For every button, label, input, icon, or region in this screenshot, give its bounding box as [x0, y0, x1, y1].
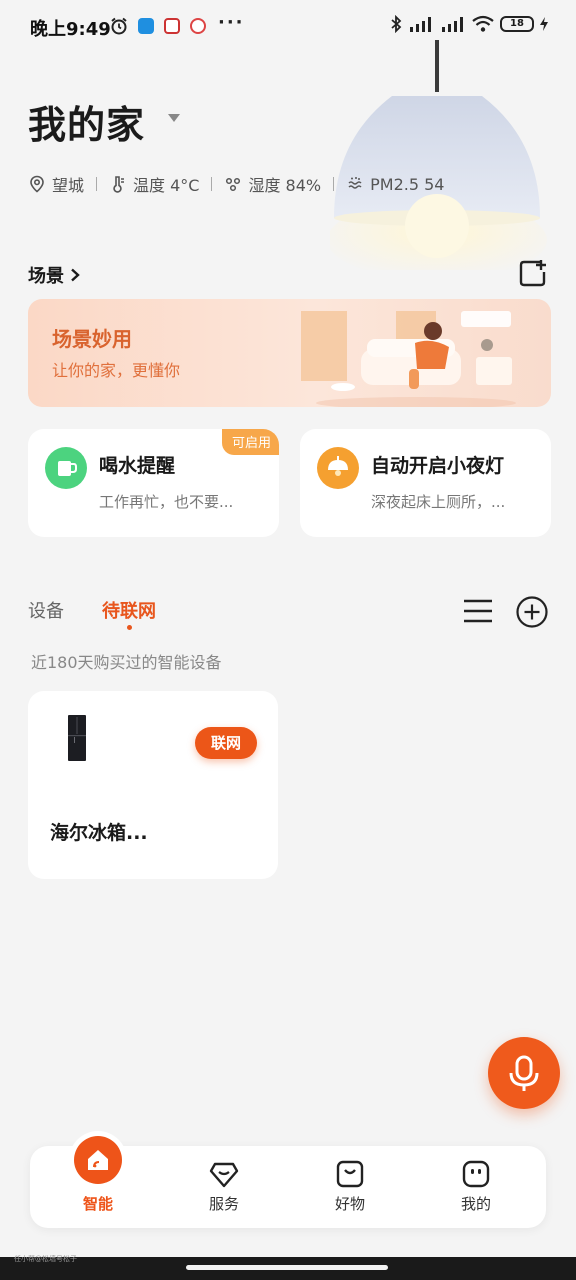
smart-home-icon	[74, 1136, 122, 1184]
temperature-text: 温度 4°C	[133, 176, 200, 195]
temperature: 温度 4°C	[109, 172, 199, 196]
chevron-right-icon	[71, 268, 80, 282]
nav-smart[interactable]: 智能	[48, 1136, 148, 1228]
device-card[interactable]: 联网 海尔冰箱...	[28, 691, 278, 879]
add-scene-icon[interactable]	[518, 258, 548, 288]
tab-devices[interactable]: 设备	[28, 597, 64, 623]
nav-label: 我的	[460, 1195, 491, 1213]
alarm-clock-icon	[111, 17, 127, 35]
nav-mine[interactable]: 我的	[426, 1146, 526, 1228]
app-notification-icon	[190, 18, 206, 34]
home-switch-caret-icon[interactable]	[168, 114, 180, 122]
humidity: 湿度 84%	[224, 172, 321, 196]
banner-subtitle: 让你的家，更懂你	[52, 361, 181, 380]
location-pin-icon	[30, 175, 44, 193]
environment-info: 望城 温度 4°C 湿度 84% PM2.5 54	[28, 172, 444, 196]
air-quality-icon	[348, 177, 362, 189]
nav-service[interactable]: 服务	[174, 1146, 274, 1228]
divider	[211, 177, 213, 191]
location: 望城	[28, 172, 84, 196]
charging-icon	[540, 17, 548, 31]
lamp-illustration	[330, 40, 547, 270]
air-quality: PM2.5 54	[346, 175, 444, 194]
diamond-icon	[209, 1162, 239, 1188]
status-time: 晚上9:49	[30, 19, 111, 40]
nav-label: 服务	[208, 1195, 239, 1213]
tab-pending-network[interactable]: 待联网	[102, 597, 156, 623]
automation-card-water-reminder[interactable]: 喝水提醒 工作再忙，也不要... 可启用	[28, 429, 279, 537]
shopping-bag-icon	[336, 1160, 364, 1188]
nav-goods[interactable]: 好物	[300, 1146, 400, 1228]
wifi-icon	[472, 15, 494, 32]
divider	[333, 177, 335, 191]
thermometer-icon	[113, 176, 125, 193]
automation-desc: 工作再忙，也不要...	[99, 493, 234, 511]
bluetooth-icon	[391, 15, 402, 33]
scene-section-link[interactable]: 场景	[28, 262, 80, 288]
active-tab-indicator	[127, 625, 132, 630]
location-text: 望城	[52, 176, 85, 195]
divider	[96, 177, 98, 191]
signal-icon	[442, 17, 463, 32]
night-lamp-icon	[317, 447, 359, 489]
device-name: 海尔冰箱...	[50, 822, 148, 844]
home-indicator[interactable]	[186, 1265, 388, 1270]
cup-icon	[45, 447, 87, 489]
enable-tag[interactable]: 可启用	[221, 429, 279, 455]
humidity-text: 湿度 84%	[248, 176, 322, 195]
profile-face-icon	[462, 1160, 490, 1188]
signal-icon	[410, 17, 431, 32]
connect-network-button[interactable]: 联网	[195, 727, 257, 759]
recent-devices-label: 近180天购买过的智能设备	[31, 653, 222, 672]
bottom-navigation: 智能 服务 好物 我的	[30, 1136, 546, 1228]
home-title[interactable]: 我的家	[28, 94, 145, 149]
microphone-icon	[509, 1055, 539, 1091]
list-view-icon[interactable]	[463, 598, 493, 624]
scene-banner[interactable]: 场景妙用 让你的家，更懂你	[28, 299, 551, 407]
more-notifications-icon: ···	[218, 12, 245, 33]
automation-desc: 深夜起床上厕所，...	[371, 493, 506, 511]
voice-assistant-button[interactable]	[488, 1037, 560, 1109]
app-notification-icon	[138, 18, 154, 34]
app-notification-icon	[164, 18, 180, 34]
living-room-illustration	[301, 311, 516, 407]
automation-title: 自动开启小夜灯	[371, 455, 505, 477]
nav-label: 智能	[82, 1195, 113, 1213]
automation-card-night-light[interactable]: 自动开启小夜灯 深夜起床上厕所，...	[300, 429, 551, 537]
battery-icon: 18	[500, 16, 534, 32]
fridge-image	[68, 715, 86, 761]
pm25-text: PM2.5 54	[370, 174, 445, 194]
scene-label: 场景	[28, 266, 64, 287]
nav-label: 好物	[334, 1195, 365, 1213]
humidity-drops-icon	[226, 177, 241, 192]
add-device-icon[interactable]	[516, 596, 548, 628]
banner-title: 场景妙用	[52, 327, 132, 351]
status-icons: 18	[390, 15, 548, 33]
watermark: 任小帮@松墙号松子	[14, 1255, 77, 1263]
automation-title: 喝水提醒	[99, 455, 176, 477]
